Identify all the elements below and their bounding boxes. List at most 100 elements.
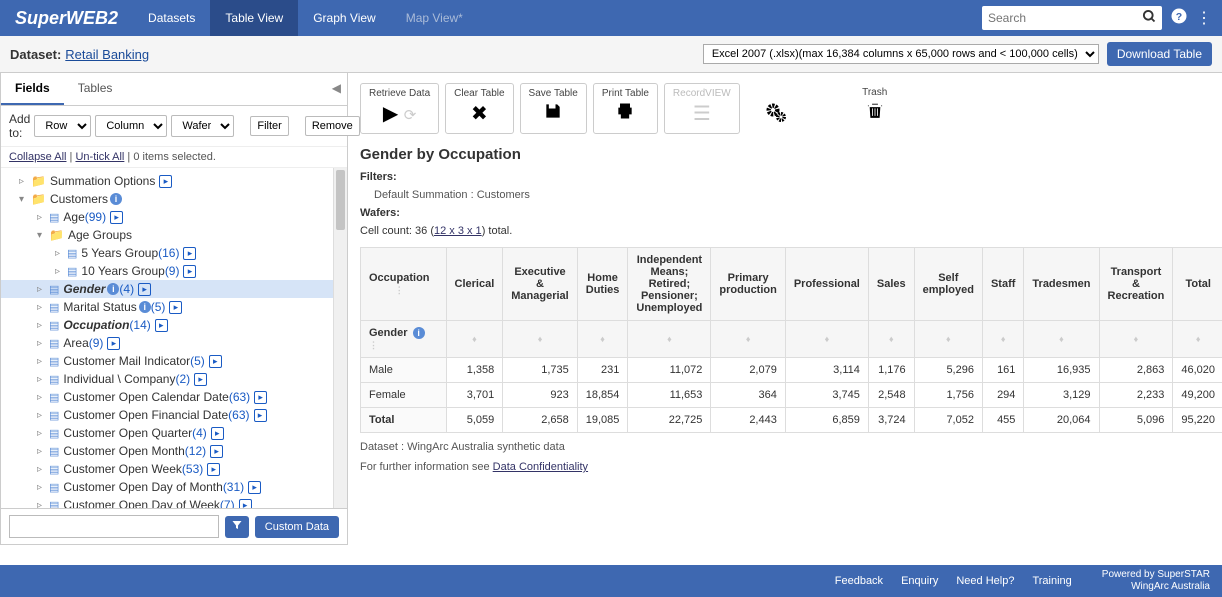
footer-help[interactable]: Need Help? xyxy=(956,575,1014,587)
cell-count-link[interactable]: 12 x 3 x 1 xyxy=(434,225,482,237)
sort-icon[interactable]: ♦ xyxy=(868,321,914,358)
expand-icon[interactable]: ▹ xyxy=(37,302,49,313)
col-header[interactable]: Home Duties xyxy=(577,248,628,321)
sort-icon[interactable]: ♦ xyxy=(1099,321,1173,358)
clear-table-button[interactable]: Clear Table ✖ xyxy=(445,83,513,134)
sort-icon[interactable]: ♦ xyxy=(914,321,982,358)
sort-icon[interactable]: ♦ xyxy=(1173,321,1222,358)
tree-row[interactable]: ▹▤5 Years Group (16)▸ xyxy=(1,244,347,262)
go-icon[interactable]: ▸ xyxy=(248,481,261,494)
sort-icon[interactable]: ♦ xyxy=(1024,321,1099,358)
retrieve-data-button[interactable]: Retrieve Data ▶ ⟳ xyxy=(360,83,439,134)
info-icon[interactable]: i xyxy=(107,283,119,295)
go-icon[interactable]: ▸ xyxy=(110,211,123,224)
expand-icon[interactable]: ▾ xyxy=(37,230,49,241)
info-icon[interactable]: i xyxy=(413,327,425,339)
go-icon[interactable]: ▸ xyxy=(138,283,151,296)
sort-icon[interactable]: ♦ xyxy=(711,321,785,358)
export-format-select[interactable]: Excel 2007 (.xlsx)(max 16,384 columns x … xyxy=(703,44,1099,64)
expand-icon[interactable]: ▹ xyxy=(37,446,49,457)
sort-icon[interactable]: ♦ xyxy=(628,321,711,358)
collapse-all-link[interactable]: Collapse All xyxy=(9,151,66,163)
col-header-occupation[interactable]: Occupation ⋮ xyxy=(361,248,447,321)
tree-row[interactable]: ▾📁Customersi xyxy=(1,190,347,208)
tree-scrollbar[interactable] xyxy=(333,168,347,508)
addto-row-select[interactable]: Row xyxy=(34,115,91,137)
go-icon[interactable]: ▸ xyxy=(183,265,196,278)
info-icon[interactable]: i xyxy=(139,301,151,313)
expand-icon[interactable]: ▹ xyxy=(37,212,49,223)
col-header[interactable]: Sales xyxy=(868,248,914,321)
go-icon[interactable]: ▸ xyxy=(183,247,196,260)
go-icon[interactable]: ▸ xyxy=(194,373,207,386)
col-header[interactable]: Clerical xyxy=(446,248,503,321)
tree-row[interactable]: ▹📁Summation Options▸ xyxy=(1,172,347,190)
nav-datasets[interactable]: Datasets xyxy=(133,0,210,36)
footer-enquiry[interactable]: Enquiry xyxy=(901,575,938,587)
addto-column-select[interactable]: Column xyxy=(95,115,167,137)
go-icon[interactable]: ▸ xyxy=(254,409,267,422)
tree-row[interactable]: ▹▤Customer Open Week (53)▸ xyxy=(1,460,347,478)
filter-button[interactable]: Filter xyxy=(250,116,288,136)
scrollbar-thumb[interactable] xyxy=(336,170,345,230)
expand-icon[interactable]: ▹ xyxy=(37,410,49,421)
footer-feedback[interactable]: Feedback xyxy=(835,575,883,587)
data-confidentiality-link[interactable]: Data Confidentiality xyxy=(493,461,588,473)
tree-row[interactable]: ▹▤Customer Open Financial Date (63)▸ xyxy=(1,406,347,424)
collapse-sidebar-icon[interactable]: ◀ xyxy=(332,81,341,95)
tree-row[interactable]: ▹▤Occupation (14)▸ xyxy=(1,316,347,334)
col-header[interactable]: Total xyxy=(1173,248,1222,321)
expand-icon[interactable]: ▹ xyxy=(55,248,67,259)
expand-icon[interactable]: ▹ xyxy=(37,500,49,509)
dataset-link[interactable]: Retail Banking xyxy=(65,47,149,62)
search-icon[interactable] xyxy=(1142,9,1157,27)
col-header[interactable]: Primary production xyxy=(711,248,785,321)
tree-filter-button[interactable] xyxy=(225,516,249,538)
expand-icon[interactable]: ▹ xyxy=(37,338,49,349)
tree-row[interactable]: ▾📁Age Groups xyxy=(1,226,347,244)
expand-icon[interactable]: ▹ xyxy=(37,284,49,295)
print-table-button[interactable]: Print Table xyxy=(593,83,658,134)
kebab-menu-icon[interactable]: ⋮ xyxy=(1196,8,1212,28)
tree-row[interactable]: ▹▤Age (99)▸ xyxy=(1,208,347,226)
go-icon[interactable]: ▸ xyxy=(107,337,120,350)
col-header[interactable]: Professional xyxy=(785,248,868,321)
go-icon[interactable]: ▸ xyxy=(169,301,182,314)
nav-graph-view[interactable]: Graph View xyxy=(298,0,390,36)
sort-icon[interactable]: ♦ xyxy=(446,321,503,358)
expand-icon[interactable]: ▾ xyxy=(19,194,31,205)
sort-icon[interactable]: ♦ xyxy=(503,321,577,358)
trash-button[interactable]: Trash xyxy=(846,83,904,134)
tree-row[interactable]: ▹▤Individual \ Company (2)▸ xyxy=(1,370,347,388)
remove-button[interactable]: Remove xyxy=(305,116,360,136)
col-header[interactable]: Independent Means; Retired; Pensioner; U… xyxy=(628,248,711,321)
addto-wafer-select[interactable]: Wafer xyxy=(171,115,234,137)
tree-row[interactable]: ▹▤Customer Open Day of Week (7)▸ xyxy=(1,496,347,508)
tab-fields[interactable]: Fields xyxy=(1,73,64,105)
go-icon[interactable]: ▸ xyxy=(155,319,168,332)
sort-icon[interactable]: ♦ xyxy=(982,321,1023,358)
untick-all-link[interactable]: Un-tick All xyxy=(75,151,124,163)
help-icon[interactable]: ? xyxy=(1170,7,1188,30)
expand-icon[interactable]: ▹ xyxy=(37,374,49,385)
tree-row[interactable]: ▹▤10 Years Group (9)▸ xyxy=(1,262,347,280)
col-header[interactable]: Executive & Managerial xyxy=(503,248,577,321)
tree-row[interactable]: ▹▤Customer Open Quarter (4)▸ xyxy=(1,424,347,442)
col-header[interactable]: Transport & Recreation xyxy=(1099,248,1173,321)
sort-icon[interactable]: ♦ xyxy=(577,321,628,358)
expand-icon[interactable]: ▹ xyxy=(37,356,49,367)
tree-row[interactable]: ▹▤Customer Open Month (12)▸ xyxy=(1,442,347,460)
expand-icon[interactable]: ▹ xyxy=(37,482,49,493)
download-table-button[interactable]: Download Table xyxy=(1107,42,1212,66)
tree-row[interactable]: ▹▤Customer Open Day of Month (31)▸ xyxy=(1,478,347,496)
field-tree[interactable]: ▹📁Summation Options▸▾📁Customersi▹▤Age (9… xyxy=(1,168,347,508)
footer-training[interactable]: Training xyxy=(1032,575,1071,587)
go-icon[interactable]: ▸ xyxy=(209,355,222,368)
go-icon[interactable]: ▸ xyxy=(211,427,224,440)
nav-table-view[interactable]: Table View xyxy=(210,0,298,36)
expand-icon[interactable]: ▹ xyxy=(37,464,49,475)
col-header[interactable]: Tradesmen xyxy=(1024,248,1099,321)
expand-icon[interactable]: ▹ xyxy=(19,176,31,187)
tree-row[interactable]: ▹▤Customer Open Calendar Date (63)▸ xyxy=(1,388,347,406)
tree-row[interactable]: ▹▤Marital Statusi (5)▸ xyxy=(1,298,347,316)
